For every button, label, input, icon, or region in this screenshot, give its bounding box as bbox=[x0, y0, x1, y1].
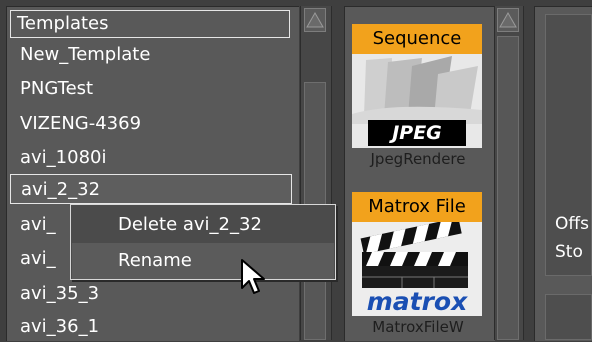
template-item-avi-1080i[interactable]: avi_1080i bbox=[10, 143, 292, 173]
renderer-tile-jpeg-sequence[interactable]: Sequence JPEG JpegRendere bbox=[352, 24, 486, 174]
template-item-avi-36-1[interactable]: avi_36_1 bbox=[10, 312, 292, 342]
context-menu: Delete avi_2_32 Rename bbox=[70, 204, 336, 280]
rename-menu-item[interactable]: Rename bbox=[72, 243, 334, 279]
renderer-tile-name: JpegRendere bbox=[370, 150, 466, 168]
delete-template-menu-item[interactable]: Delete avi_2_32 bbox=[72, 207, 334, 243]
renderer-tile-label: Matrox File bbox=[352, 192, 482, 222]
template-item-pngtest[interactable]: PNGTest bbox=[10, 74, 292, 104]
scroll-up-arrow-icon[interactable] bbox=[497, 8, 519, 32]
renderer-tile-name: MatroxFileW bbox=[372, 318, 464, 336]
clapperboard-icon: matrox bbox=[352, 222, 482, 316]
property-label-offset: Offs bbox=[555, 214, 589, 234]
template-item-new-template[interactable]: New_Template bbox=[10, 40, 292, 70]
renderer-tile-matrox-file[interactable]: Matrox File matrox MatroxFileW bbox=[352, 192, 486, 340]
renderer-tile-label: Sequence bbox=[352, 24, 482, 54]
property-label-stop: Sto bbox=[555, 242, 583, 262]
mouse-pointer-icon bbox=[240, 258, 268, 298]
scroll-up-arrow-icon[interactable] bbox=[304, 8, 326, 32]
templates-header: Templates bbox=[10, 10, 290, 38]
properties-box bbox=[545, 14, 592, 276]
jpeg-sequence-icon: JPEG bbox=[352, 54, 482, 148]
template-item-vizeng-4369[interactable]: VIZENG-4369 bbox=[10, 109, 292, 139]
properties-lower-box bbox=[545, 294, 592, 340]
jpeg-text: JPEG bbox=[392, 122, 442, 144]
renderers-scroll-thumb[interactable] bbox=[497, 36, 519, 340]
template-item-avi-2-32[interactable]: avi_2_32 bbox=[10, 174, 292, 204]
matrox-logo: matrox bbox=[366, 287, 468, 316]
